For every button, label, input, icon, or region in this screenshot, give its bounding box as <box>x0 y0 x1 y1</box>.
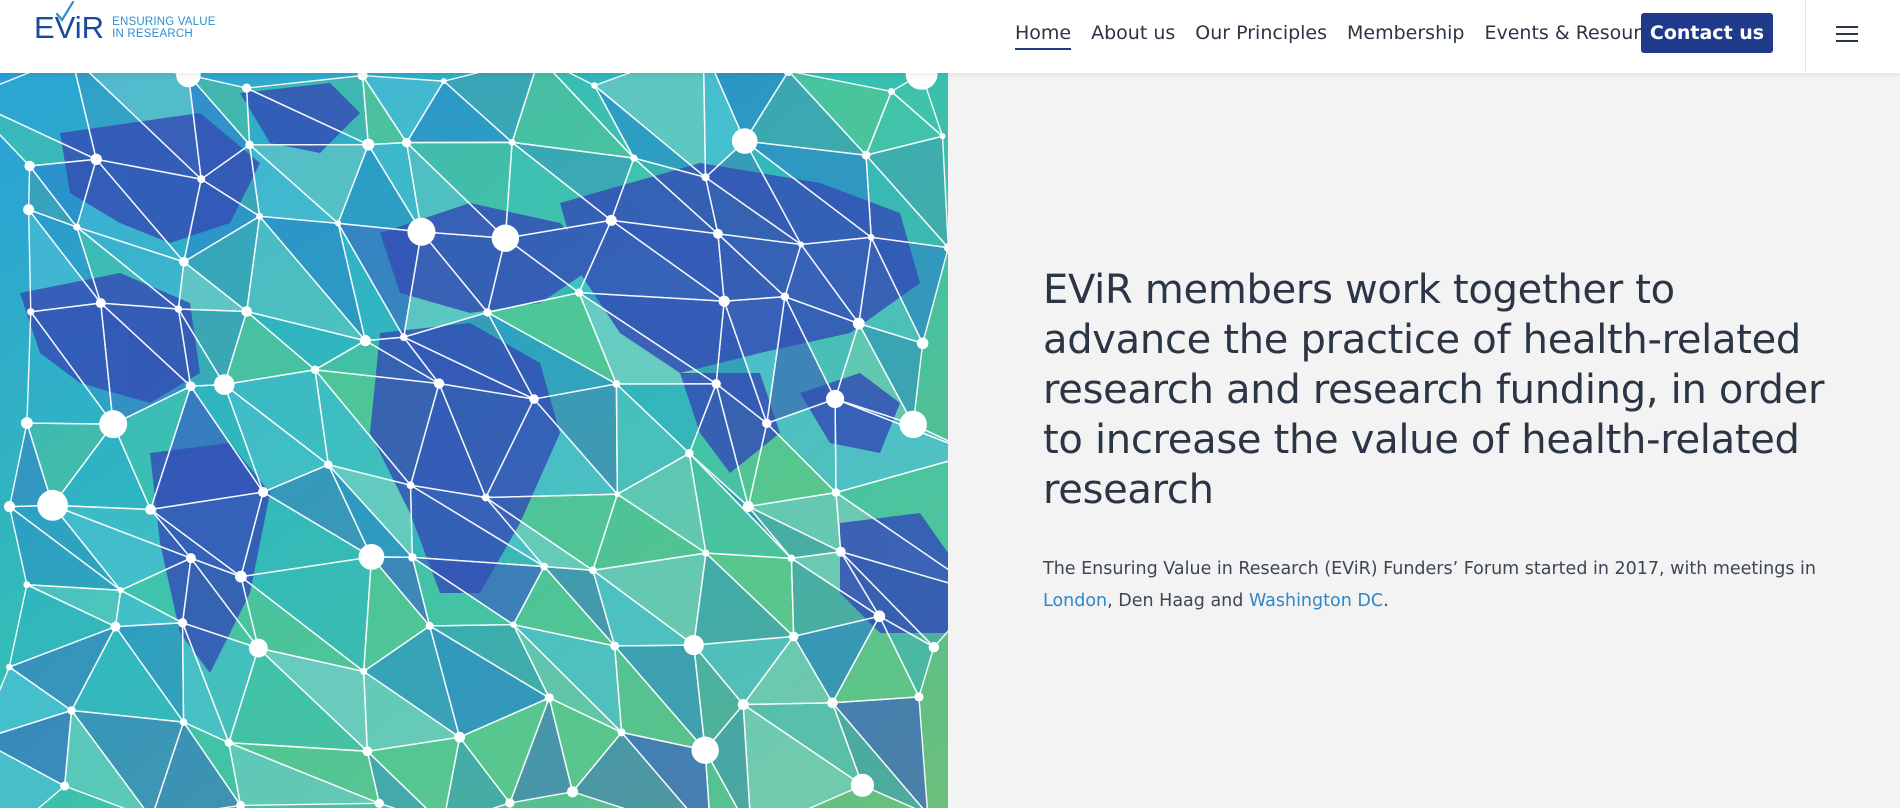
nav-our-principles[interactable]: Our Principles <box>1195 22 1327 50</box>
hamburger-menu-icon[interactable] <box>1836 26 1858 44</box>
london-link[interactable]: London <box>1043 591 1107 611</box>
world-network-illustration <box>0 73 948 808</box>
site-logo[interactable]: EViR ENSURING VALUE IN RESEARCH <box>34 0 216 48</box>
header-divider <box>1805 0 1806 73</box>
nav-membership[interactable]: Membership <box>1347 22 1464 50</box>
hero-content: EViR members work together to advance th… <box>1043 265 1833 617</box>
nav-about-us[interactable]: About us <box>1091 22 1175 50</box>
contact-us-button[interactable]: Contact us <box>1641 13 1773 53</box>
site-header: EViR ENSURING VALUE IN RESEARCH Home Abo… <box>0 0 1900 73</box>
main-nav: Home About us Our Principles Membership … <box>1015 22 1693 50</box>
nav-home[interactable]: Home <box>1015 22 1072 50</box>
hero-desc-text: The Ensuring Value in Research (EViR) Fu… <box>1043 559 1816 579</box>
hero-desc-text-middle: , Den Haag and <box>1107 591 1249 611</box>
logo-mark: EViR <box>34 0 104 46</box>
hero-title: EViR members work together to advance th… <box>1043 267 1825 513</box>
hero-image <box>0 73 948 808</box>
logo-tagline-line1: ENSURING VALUE <box>112 16 216 28</box>
logo-tagline: ENSURING VALUE IN RESEARCH <box>112 16 216 40</box>
checkmark-icon <box>55 0 75 22</box>
hero-desc-text-end: . <box>1383 591 1389 611</box>
hero-description: The Ensuring Value in Research (EViR) Fu… <box>1043 553 1833 617</box>
washington-dc-link[interactable]: Washington DC <box>1249 591 1383 611</box>
logo-tagline-line2: IN RESEARCH <box>112 28 193 40</box>
